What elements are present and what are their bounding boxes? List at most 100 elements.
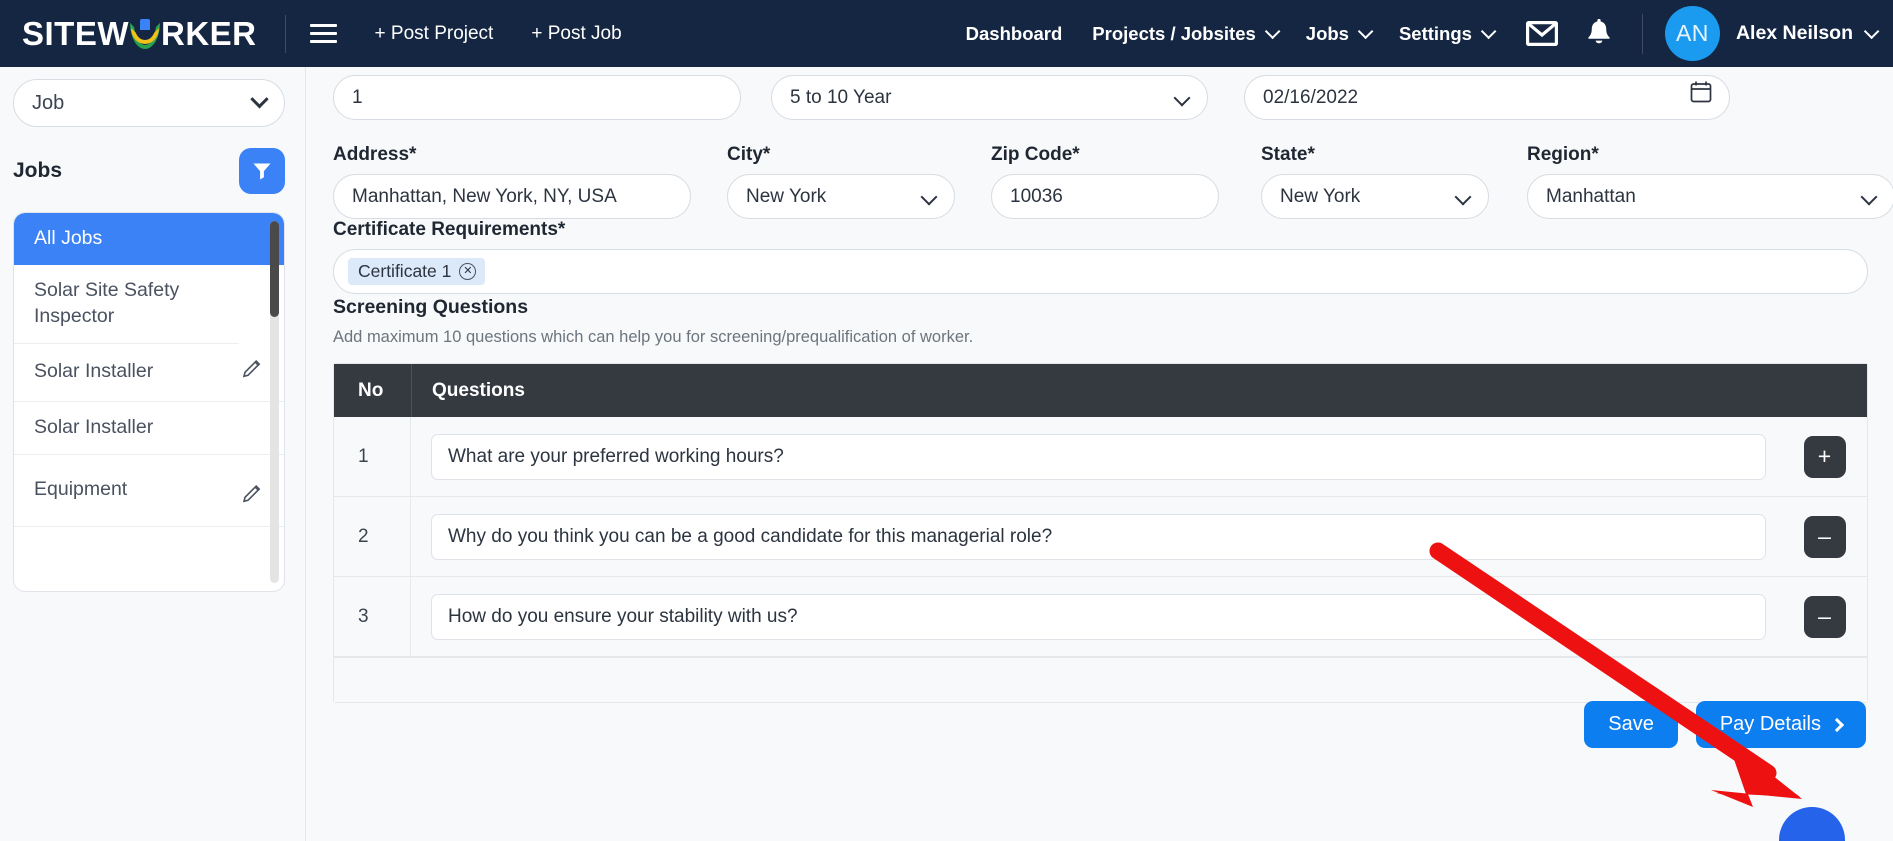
envelope-icon[interactable] [1525, 21, 1558, 46]
sidebar: Job Jobs All Jobs Solar Site Safety Insp… [0, 67, 306, 841]
circle-x-icon[interactable]: ✕ [459, 263, 477, 280]
sidebar-item-label: Solar Installer [34, 360, 154, 383]
certificate-requirements-label: Certificate Requirements* [333, 219, 566, 240]
filter-funnel-icon [253, 163, 271, 180]
address-field: Address* [333, 144, 691, 219]
openings-field [333, 75, 741, 120]
start-date-field: 02/16/2022 [1244, 75, 1730, 120]
certificate-chip[interactable]: Certificate 1 ✕ [348, 258, 486, 285]
question-input[interactable] [431, 513, 1766, 560]
filter-button[interactable] [239, 148, 285, 194]
row-number: 1 [334, 417, 411, 496]
sidebar-type-select[interactable]: Job [13, 79, 285, 127]
calendar-icon[interactable] [1690, 80, 1712, 108]
nav-projects-jobsites-label: Projects / Jobsites [1092, 22, 1256, 44]
edit-pencil-icon[interactable] [233, 482, 264, 513]
hardhat-smiley-icon [130, 18, 160, 49]
remove-question-button[interactable]: – [1803, 595, 1846, 638]
table-row: 3 – [334, 577, 1867, 657]
avatar[interactable]: AN [1664, 6, 1720, 61]
city-select-value: New York [746, 185, 827, 207]
nav-dashboard-label: Dashboard [965, 22, 1063, 44]
nav-dashboard[interactable]: Dashboard [966, 23, 1063, 45]
region-select[interactable]: Manhattan [1527, 174, 1893, 219]
sidebar-item-label: Solar Site Safety Inspector [34, 278, 180, 327]
hamburger-icon[interactable] [309, 24, 337, 43]
city-field: City* New York [727, 144, 955, 219]
pay-details-button[interactable]: Pay Details [1695, 701, 1866, 748]
post-project-link[interactable]: + Post Project [375, 23, 494, 45]
region-select-value: Manhattan [1546, 185, 1636, 207]
table-row: 1 + [334, 417, 1867, 497]
start-date-input[interactable]: 02/16/2022 [1244, 75, 1730, 120]
state-select[interactable]: New York [1261, 174, 1489, 219]
table-footer [334, 657, 1867, 702]
sidebar-item-solar-site-safety-inspector[interactable]: Solar Site Safety Inspector [14, 265, 239, 344]
experience-select[interactable]: 5 to 10 Year [771, 75, 1208, 120]
bell-icon[interactable] [1586, 19, 1612, 48]
main-content: 5 to 10 Year 02/16/2022 Address* City* N… [307, 67, 1893, 841]
sidebar-list-scrollbar[interactable] [270, 221, 279, 583]
chat-fab-icon[interactable] [1779, 807, 1845, 841]
zip-code-input[interactable] [991, 174, 1219, 219]
form-row-address: Address* City* New York Zip Code* State*… [333, 144, 1893, 219]
sidebar-item-label: Equipment [34, 478, 128, 501]
question-input[interactable] [431, 433, 1766, 480]
start-date-value: 02/16/2022 [1263, 86, 1359, 108]
form-action-bar: Save Pay Details [1584, 701, 1866, 748]
certificate-requirements-select[interactable]: Certificate 1 ✕ [333, 249, 1868, 294]
sidebar-item-solar-installer-2[interactable]: Solar Installer [14, 402, 284, 455]
nav-jobs-label: Jobs [1305, 22, 1349, 44]
sidebar-item-all-jobs[interactable]: All Jobs [14, 213, 284, 265]
sidebar-item-solar-installer-1[interactable]: Solar Installer [14, 344, 284, 402]
address-input[interactable] [333, 174, 691, 219]
post-job-link[interactable]: + Post Job [531, 23, 621, 45]
chevron-down-icon [920, 188, 938, 206]
region-field: Region* Manhattan [1527, 144, 1893, 219]
chevron-down-icon [1454, 188, 1472, 206]
screening-questions-subtitle: Add maximum 10 questions which can help … [333, 328, 974, 346]
chevron-down-icon [1264, 23, 1281, 40]
question-input[interactable] [431, 593, 1766, 640]
pay-details-button-label: Pay Details [1719, 713, 1821, 735]
add-question-button[interactable]: + [1803, 435, 1846, 478]
chevron-down-icon [250, 89, 269, 108]
state-field: State* New York [1261, 144, 1489, 219]
chevron-down-icon [1863, 23, 1880, 40]
column-header-no: No [358, 379, 384, 401]
save-button[interactable]: Save [1584, 701, 1678, 748]
nav-projects-jobsites[interactable]: Projects / Jobsites [1092, 22, 1281, 45]
sidebar-jobs-list[interactable]: All Jobs Solar Site Safety Inspector Sol… [13, 212, 285, 592]
nav-settings[interactable]: Settings [1399, 23, 1497, 45]
sidebar-jobs-header: Jobs [13, 148, 285, 194]
brand-logo[interactable]: SITEW RKER [0, 15, 257, 53]
remove-question-button[interactable]: – [1803, 515, 1846, 558]
screening-questions-table: No Questions 1 + 2 – 3 – [333, 363, 1868, 703]
chevron-down-icon [1860, 188, 1878, 206]
openings-input[interactable] [333, 75, 741, 120]
city-select[interactable]: New York [727, 174, 955, 219]
sidebar-section-title: Jobs [13, 159, 63, 182]
experience-field: 5 to 10 Year [771, 75, 1208, 120]
nav-divider [284, 14, 286, 53]
sidebar-item-label: All Jobs [34, 227, 103, 249]
row-number: 3 [334, 577, 411, 656]
certificate-chip-label: Certificate 1 [358, 261, 452, 281]
chevron-down-icon [1480, 23, 1497, 40]
sidebar-item-label: Solar Installer [34, 415, 154, 438]
zip-code-field: Zip Code* [991, 144, 1219, 219]
edit-pencil-icon[interactable] [233, 357, 264, 388]
region-label: Region* [1527, 144, 1599, 165]
brand-name-suffix: RKER [161, 14, 257, 52]
sidebar-item-equipment[interactable]: Equipment [14, 455, 284, 527]
table-header-row: No Questions [334, 364, 1867, 417]
scrollbar-thumb[interactable] [270, 221, 279, 317]
chevron-right-icon [1829, 717, 1845, 732]
nav-jobs[interactable]: Jobs [1305, 22, 1374, 45]
zip-code-label: Zip Code* [991, 144, 1080, 165]
form-row-top: 5 to 10 Year 02/16/2022 [333, 75, 1730, 120]
nav-right-group: Dashboard Projects / Jobsites Jobs Setti… [936, 6, 1893, 61]
experience-select-value: 5 to 10 Year [790, 86, 892, 108]
column-header-questions: Questions [411, 364, 1782, 417]
user-menu[interactable]: Alex Neilson [1736, 22, 1880, 45]
